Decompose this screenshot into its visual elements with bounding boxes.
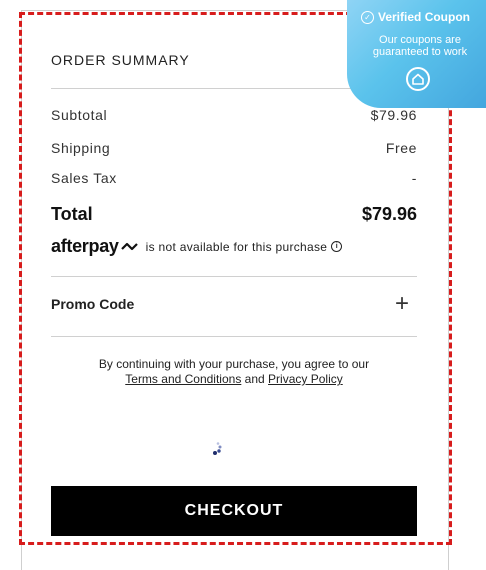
verified-coupon-badge[interactable]: ✓ Verified Coupon Our coupons are guaran… [347,0,486,108]
order-summary-title: ORDER SUMMARY [51,52,190,68]
afterpay-message: is not available for this purchase [145,239,328,254]
terms-prefix: By continuing with your purchase, you ag… [98,357,370,371]
afterpay-arrows-icon [120,242,138,250]
divider [51,336,417,337]
shipping-row: Shipping Free [51,140,417,156]
terms-notice: By continuing with your purchase, you ag… [51,357,417,387]
plus-icon[interactable]: + [395,292,409,316]
subtotal-row: Subtotal $79.96 [51,107,417,123]
promo-code-toggle[interactable]: Promo Code + [51,292,417,316]
sales-tax-label: Sales Tax [51,170,117,186]
total-value: $79.96 [361,204,417,224]
coupon-title: Verified Coupon [378,10,471,24]
info-icon[interactable]: i [331,241,343,252]
afterpay-logo: afterpay [51,236,119,256]
promo-code-label: Promo Code [51,296,135,312]
sales-tax-row: Sales Tax - [51,170,417,186]
checkout-button[interactable]: CHECKOUT [51,486,417,536]
total-label: Total [51,204,93,224]
terms-conjunction: and [244,372,265,386]
terms-link[interactable]: Terms and Conditions [125,372,241,386]
shipping-value: Free [385,140,417,156]
coupon-header: ✓ Verified Coupon [361,10,470,24]
check-circle-icon: ✓ [361,10,374,24]
afterpay-notice: afterpay is not available for this purch… [51,236,343,257]
divider [51,276,417,277]
subtotal-label: Subtotal [51,107,108,123]
loading-spinner-icon [213,442,222,455]
home-icon[interactable] [406,67,430,91]
coupon-subtitle: Our coupons are guaranteed to work [372,34,468,58]
subtotal-value: $79.96 [370,107,417,123]
privacy-link[interactable]: Privacy Policy [268,372,343,386]
total-row: Total $79.96 [51,204,417,225]
sales-tax-value: - [411,170,417,186]
shipping-label: Shipping [51,140,111,156]
